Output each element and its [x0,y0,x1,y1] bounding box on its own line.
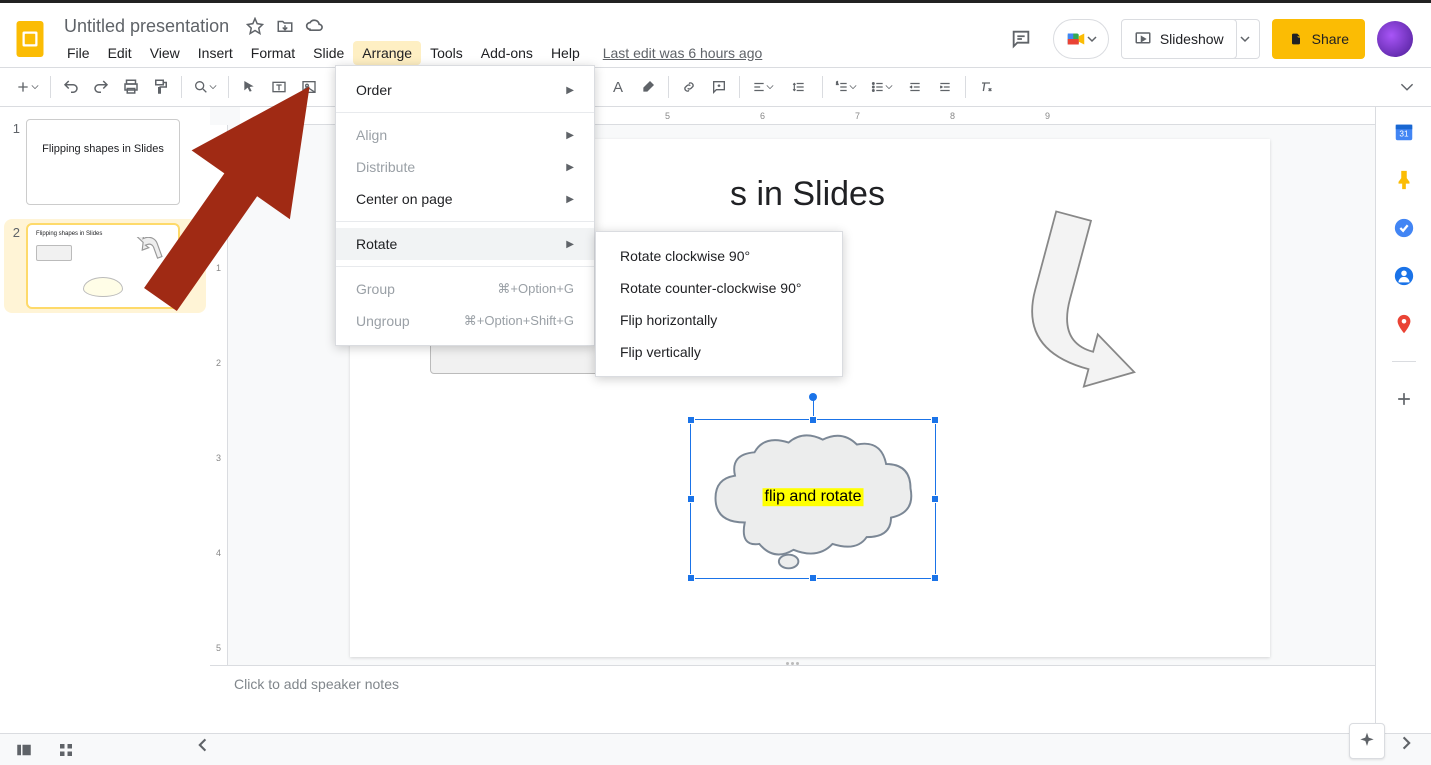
indent-increase-button[interactable] [931,73,959,101]
slideshow-dropdown[interactable] [1232,19,1260,59]
menu-group: Group⌘+Option+G [336,273,594,305]
thumb-number: 2 [8,223,20,309]
menu-rotate[interactable]: Rotate▶ [336,228,594,260]
clear-formatting-button[interactable] [972,73,1000,101]
menu-flip-horizontal[interactable]: Flip horizontally [596,304,842,336]
collapse-filmstrip-icon[interactable] [192,733,216,757]
print-button[interactable] [117,73,145,101]
keep-icon[interactable] [1393,169,1415,191]
slide-filmstrip: 1 Flipping shapes in Slides 2 Flipping s… [0,107,210,733]
account-avatar[interactable] [1377,21,1413,57]
contacts-icon[interactable] [1393,265,1415,287]
svg-text:31: 31 [1399,130,1409,139]
toolbar-collapse-icon[interactable] [1393,73,1421,101]
svg-text:1: 1 [836,81,839,86]
thumb-shape-rect [36,245,72,261]
shape-curved-arrow[interactable] [980,199,1160,399]
menu-file[interactable]: File [58,41,99,65]
toolbar: − 14 + B I U A 1 [0,67,1431,107]
undo-button[interactable] [57,73,85,101]
cloud-status-icon[interactable] [305,16,325,36]
share-label: Share [1312,31,1349,47]
cloud-text: flip and rotate [763,488,864,506]
ruler-vertical: 12345 [210,125,228,733]
insert-comment-button[interactable] [705,73,733,101]
comments-icon[interactable] [1001,19,1041,59]
menu-tools[interactable]: Tools [421,41,472,65]
tasks-icon[interactable] [1393,217,1415,239]
speaker-notes[interactable]: Click to add speaker notes [210,665,1375,733]
doc-title[interactable]: Untitled presentation [58,14,235,39]
collapse-sidepanel-icon[interactable] [1393,731,1417,755]
menu-align: Align▶ [336,119,594,151]
thumb-shape-arrow [136,237,164,265]
insert-link-button[interactable] [675,73,703,101]
titlebar: Untitled presentation File Edit View Ins… [0,3,1431,67]
image-tool[interactable] [295,73,323,101]
share-button[interactable]: Share [1272,19,1365,59]
explore-button[interactable] [1349,723,1385,759]
menu-view[interactable]: View [141,41,189,65]
add-addon-icon[interactable] [1393,388,1415,410]
slides-app-icon[interactable] [10,19,50,59]
line-spacing-button[interactable] [782,73,816,101]
align-button[interactable] [746,73,780,101]
slideshow-label: Slideshow [1160,31,1224,47]
textbox-tool[interactable] [265,73,293,101]
menu-arrange[interactable]: Arrange [353,41,421,65]
menu-distribute: Distribute▶ [336,151,594,183]
menu-format[interactable]: Format [242,41,304,65]
status-bar [0,733,1431,765]
menubar: File Edit View Insert Format Slide Arran… [58,41,762,65]
last-edit-link[interactable]: Last edit was 6 hours ago [603,41,763,65]
highlight-button[interactable] [634,73,662,101]
redo-button[interactable] [87,73,115,101]
meet-button[interactable] [1053,19,1109,59]
thumb-number: 1 [8,119,20,205]
rotate-submenu: Rotate clockwise 90° Rotate counter-cloc… [595,231,843,377]
menu-order[interactable]: Order▶ [336,74,594,106]
slide-thumbnail-1[interactable]: Flipping shapes in Slides [26,119,180,205]
numbered-list-button[interactable]: 1 [829,73,863,101]
slide-title-fragment: s in Slides [730,175,885,214]
slideshow-button[interactable]: Slideshow [1121,19,1237,59]
star-icon[interactable] [245,16,265,36]
menu-slide[interactable]: Slide [304,41,353,65]
menu-rotate-cw[interactable]: Rotate clockwise 90° [596,240,842,272]
speaker-notes-placeholder: Click to add speaker notes [234,676,399,692]
indent-decrease-button[interactable] [901,73,929,101]
move-folder-icon[interactable] [275,16,295,36]
thumb-title: Flipping shapes in Slides [36,231,102,237]
arrange-dropdown: Order▶ Align▶ Distribute▶ Center on page… [335,65,595,346]
menu-center-on-page[interactable]: Center on page▶ [336,183,594,215]
slide-thumbnail-2[interactable]: Flipping shapes in Slides [26,223,180,309]
menu-insert[interactable]: Insert [189,41,242,65]
thumb-shape-cloud [83,277,123,297]
thumb-title: Flipping shapes in Slides [27,142,179,156]
paint-format-button[interactable] [147,73,175,101]
new-slide-button[interactable] [10,73,44,101]
filmstrip-view-icon[interactable] [12,738,36,762]
menu-ungroup: Ungroup⌘+Option+Shift+G [336,305,594,337]
zoom-button[interactable] [188,73,222,101]
bullet-list-button[interactable] [865,73,899,101]
menu-rotate-ccw[interactable]: Rotate counter-clockwise 90° [596,272,842,304]
menu-addons[interactable]: Add-ons [472,41,542,65]
cursor-tool[interactable] [235,73,263,101]
side-panel: 31 [1375,107,1431,733]
menu-flip-vertical[interactable]: Flip vertically [596,336,842,368]
grid-view-icon[interactable] [54,738,78,762]
menu-edit[interactable]: Edit [99,41,141,65]
shape-cloud-selected[interactable]: flip and rotate [690,419,936,579]
maps-icon[interactable] [1393,313,1415,335]
text-color-button[interactable]: A [604,73,632,101]
calendar-icon[interactable]: 31 [1393,121,1415,143]
menu-help[interactable]: Help [542,41,589,65]
